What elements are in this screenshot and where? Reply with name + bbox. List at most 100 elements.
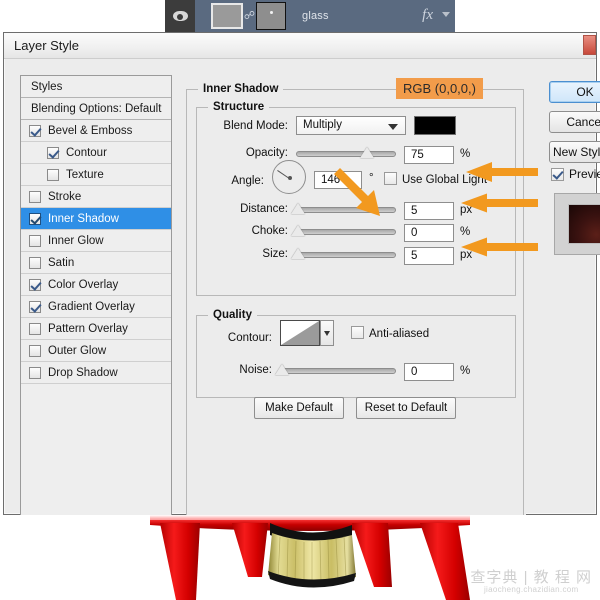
contour-preset-thumbnail[interactable] (280, 320, 320, 346)
style-enable-checkbox[interactable] (29, 301, 41, 313)
layer-name-label: glass (302, 10, 329, 22)
sidebar-item-color-overlay[interactable]: Color Overlay (21, 274, 171, 296)
cancel-button[interactable]: Cancel (549, 111, 600, 133)
size-input[interactable]: 5 (404, 247, 454, 265)
noise-slider[interactable] (280, 368, 396, 374)
sidebar-item-label: Contour (66, 147, 107, 159)
sidebar-item-label: Inner Glow (48, 235, 104, 247)
shadow-color-swatch[interactable] (414, 116, 456, 135)
fx-icon[interactable]: fx (422, 7, 433, 24)
style-enable-checkbox[interactable] (29, 367, 41, 379)
sidebar-item-outer-glow[interactable]: Outer Glow (21, 340, 171, 362)
size-label: Size: (210, 248, 288, 260)
size-slider[interactable] (296, 252, 396, 258)
sidebar-item-label: Pattern Overlay (48, 323, 128, 335)
opacity-input[interactable]: 75 (404, 146, 454, 164)
sidebar-item-gradient-overlay[interactable]: Gradient Overlay (21, 296, 171, 318)
blend-mode-select[interactable]: Multiply (296, 116, 406, 135)
make-default-button[interactable]: Make Default (254, 397, 344, 419)
sidebar-item-label: Drop Shadow (48, 367, 118, 379)
sidebar-item-bevel-emboss[interactable]: Bevel & Emboss (21, 120, 171, 142)
close-icon[interactable] (583, 35, 596, 55)
opacity-label: Opacity: (210, 147, 288, 159)
distance-slider-thumb[interactable] (291, 203, 305, 214)
opacity-slider-thumb[interactable] (360, 147, 374, 158)
layer-visibility-toggle[interactable] (165, 0, 195, 32)
preview-thumbnail (568, 204, 600, 244)
style-enable-checkbox[interactable] (29, 345, 41, 357)
preview-toggle[interactable]: Preview (551, 167, 600, 181)
choke-slider-thumb[interactable] (291, 225, 305, 236)
sidebar-item-satin[interactable]: Satin (21, 252, 171, 274)
opacity-slider[interactable] (296, 151, 396, 157)
eye-icon (173, 11, 188, 21)
sidebar-item-pattern-overlay[interactable]: Pattern Overlay (21, 318, 171, 340)
sidebar-item-blending-options[interactable]: Blending Options: Default (21, 98, 171, 120)
chevron-down-icon (324, 331, 330, 336)
canvas-artwork: 查字典 | 教 程 网 jiaocheng.chazidian.com (0, 515, 600, 600)
anti-aliased-checkbox[interactable] (351, 326, 364, 339)
use-global-light-checkbox[interactable] (384, 172, 397, 185)
dialog-title: Layer Style (14, 38, 79, 53)
quality-group-title: Quality (208, 309, 257, 321)
distance-label: Distance: (210, 203, 288, 215)
ok-button[interactable]: OK (549, 81, 600, 103)
link-icon[interactable]: ☍ (243, 11, 256, 22)
style-enable-checkbox[interactable] (29, 235, 41, 247)
opacity-unit: % (460, 148, 470, 160)
reset-to-default-button[interactable]: Reset to Default (356, 397, 456, 419)
arrow-distance-value (455, 192, 540, 214)
preview-thumbnail-frame (554, 193, 600, 255)
choke-label: Choke: (210, 225, 288, 237)
inner-shadow-group-title: Inner Shadow (198, 83, 283, 95)
dialog-titlebar[interactable]: Layer Style (4, 33, 596, 59)
layer-mask-thumbnail[interactable] (256, 2, 286, 30)
layer-thumbnail[interactable] (211, 3, 243, 29)
noise-slider-thumb[interactable] (275, 364, 289, 375)
styles-list: Bevel & Emboss Contour Texture Stroke Inner … (21, 120, 171, 384)
photoshop-layers-panel: ☍ glass fx (165, 0, 455, 34)
sidebar-item-drop-shadow[interactable]: Drop Shadow (21, 362, 171, 384)
sidebar-item-texture[interactable]: Texture (21, 164, 171, 186)
watermark: 查字典 | 教 程 网 jiaocheng.chazidian.com (470, 570, 592, 594)
styles-header[interactable]: Styles (21, 76, 171, 98)
angle-label: Angle: (210, 175, 264, 187)
sidebar-item-label: Satin (48, 257, 74, 269)
size-slider-thumb[interactable] (291, 248, 305, 259)
styles-list-panel: Styles Blending Options: Default Bevel &… (20, 75, 172, 530)
style-enable-checkbox[interactable] (29, 213, 41, 225)
structure-group-title: Structure (208, 101, 269, 113)
sidebar-item-label: Gradient Overlay (48, 301, 135, 313)
choke-slider[interactable] (296, 229, 396, 235)
sidebar-item-stroke[interactable]: Stroke (21, 186, 171, 208)
choke-input[interactable]: 0 (404, 224, 454, 242)
style-enable-checkbox[interactable] (29, 125, 41, 137)
contour-dropdown-button[interactable] (320, 320, 334, 346)
preview-checkbox[interactable] (551, 168, 564, 181)
style-enable-checkbox[interactable] (29, 191, 41, 203)
style-enable-checkbox[interactable] (29, 323, 41, 335)
style-enable-checkbox[interactable] (29, 279, 41, 291)
sidebar-item-label: Inner Shadow (48, 213, 119, 225)
inner-shadow-settings: Inner Shadow Structure Blend Mode: Multi… (186, 75, 526, 530)
chevron-down-icon[interactable] (442, 12, 450, 17)
arrow-size-value (455, 236, 540, 258)
watermark-chinese: 查字典 | 教 程 网 (470, 570, 592, 586)
noise-input[interactable]: 0 (404, 363, 454, 381)
style-enable-checkbox[interactable] (47, 169, 59, 181)
screenshot-root: ☍ glass fx Layer Style Styles Blending O… (0, 0, 600, 600)
layer-style-dialog: Layer Style Styles Blending Options: Def… (3, 32, 597, 515)
style-enable-checkbox[interactable] (29, 257, 41, 269)
angle-dial[interactable] (272, 160, 306, 194)
distance-input[interactable]: 5 (404, 202, 454, 220)
sidebar-item-inner-glow[interactable]: Inner Glow (21, 230, 171, 252)
arrow-use-global-light (460, 160, 540, 184)
sidebar-item-label: Texture (66, 169, 104, 181)
sidebar-item-inner-shadow[interactable]: Inner Shadow (21, 208, 171, 230)
sidebar-item-contour[interactable]: Contour (21, 142, 171, 164)
chevron-down-icon (388, 124, 398, 130)
blend-mode-value: Multiply (303, 119, 342, 131)
new-style-button[interactable]: New Style... (549, 141, 600, 163)
style-enable-checkbox[interactable] (47, 147, 59, 159)
layer-row-glass[interactable]: ☍ glass fx (165, 0, 455, 32)
